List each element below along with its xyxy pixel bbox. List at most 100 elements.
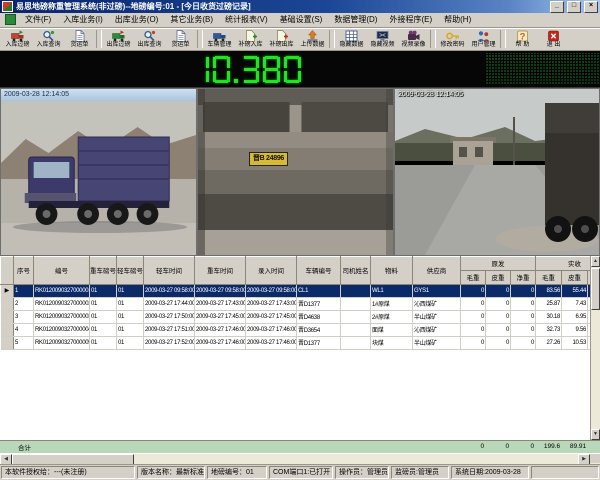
toolbar-button[interactable]: 隐藏数据 [336,30,367,50]
menu-item[interactable]: 统计报表(V) [219,13,274,26]
vertical-scroll-thumb[interactable] [591,268,600,310]
led-digit [213,56,230,83]
column-group-header: 实收 [536,256,590,270]
table-cell: 沁西煤矿 [413,323,461,336]
table-cell: 2009-03-27 17:46:00 [195,336,246,349]
table-cell: 1 [14,284,34,297]
column-group-header: 原发 [461,256,536,270]
minimize-button[interactable]: _ [550,1,564,13]
menu-item[interactable]: 出库业务(O) [109,13,165,26]
table-cell: 0 [486,284,511,297]
menu-item[interactable]: 基础设置(S) [274,13,329,26]
close-button[interactable]: × [584,1,598,13]
toolbar-button[interactable]: 出库过磅 [103,30,134,50]
status-bar: 本软件授权给：---(未注册)版本名称：最新标准版地磅编号：01COM端口1:已… [0,464,600,480]
column-header: 物料 [371,256,413,284]
table-cell [341,297,371,310]
table-row[interactable]: 4RK012009032700000401012009-03-27 17:51:… [1,323,591,336]
toolbar-button[interactable]: 用户管理 [468,30,499,50]
toolbar-button-label: 车辆管理 [207,42,231,49]
table-row[interactable]: 5RK012009032700000501012009-03-27 17:52:… [1,336,591,349]
column-header: 供应商 [413,256,461,284]
table-cell: 0 [511,323,536,336]
camera-view-1: 2009-03-28 12:14:05 [0,88,197,256]
toolbar-button-label: 出库查询 [137,42,161,49]
toolbar-button[interactable]: 隐藏视频 [367,30,398,50]
led-panel [0,51,600,88]
toolbar-separator [430,30,436,48]
camera3-timestamp: 2009-03-28 12:14:05 [398,91,463,98]
table-row[interactable]: 2RK012009032700000201012009-03-27 17:44:… [1,297,591,310]
vehicle-manage-icon [213,30,226,42]
table-cell: 0 [461,336,486,349]
camera2-photo [198,89,393,255]
toolbar-button-label: 货运单 [70,42,88,49]
table-cell: 2009-03-27 17:44:00 [144,297,195,310]
table-cell: 01 [117,284,144,297]
camera-strip: 2009-03-28 12:14:05 [0,88,600,256]
status-segment: 版本名称：最新标准版 [137,466,205,479]
table-cell: 晋D4638 [297,310,341,323]
toolbar-button[interactable]: 上传数据 [297,30,328,50]
table-cell: 5 [14,336,34,349]
table-cell: 0 [486,310,511,323]
toolbar-button[interactable]: 车辆管理 [204,30,235,50]
toolbar-button[interactable]: 补磅出库 [266,30,297,50]
status-segment: 监磅员:管理员 [391,466,449,479]
scroll-down-icon[interactable]: ▼ [591,429,600,440]
toolbar-button[interactable]: 货运单 [165,30,196,50]
menu-item[interactable]: 入库业务(I) [57,13,109,26]
table-cell: 2009-03-27 17:46:00 [195,323,246,336]
camera1-timestamp: 2009-03-28 12:14:05 [1,89,196,101]
toolbar-button-label: 上传数据 [300,42,324,49]
toolbar-button[interactable]: 补磅入库 [235,30,266,50]
table-cell: 沁西煤矿 [413,297,461,310]
column-header: 重车时间 [195,256,246,284]
status-segment: 操作员：管理员 [335,466,389,479]
menu-item[interactable]: 帮助(H) [438,13,477,26]
status-segment: 系统日期:2009-03-28 [451,466,529,479]
table-row[interactable]: 3RK012009032700000301012009-03-27 17:50:… [1,310,591,323]
menu-item[interactable]: 数据管理(D) [328,13,383,26]
maximize-button[interactable]: □ [567,1,581,13]
table-cell [341,323,371,336]
table-cell: 面煤 [371,323,413,336]
record-grid: 序号编号重车磅号轻车磅号轻车时间重车时间录入时间车辆编号司机姓名物料供应商原发实… [0,256,590,441]
toolbar-button[interactable]: ?帮 助 [507,30,538,50]
led-digit [242,56,259,83]
table-cell: 30.18 [536,310,562,323]
table-row[interactable]: ▶1RK012009032700000101012009-03-27 09:58… [1,284,591,297]
toolbar: 入库过磅入库查询货运单出库过磅出库查询货运单车辆管理补磅入库补磅出库上传数据隐藏… [0,28,600,51]
toolbar-button-label: 用户管理 [471,42,495,49]
window-title: 易思地磅称重管理系统(非过磅)--地磅编号:01 - [今日收货过磅记录] [16,0,547,13]
toolbar-separator [500,30,506,48]
menu-item[interactable]: 外接程序(E) [383,13,438,26]
table-cell: 半山煤矿 [413,336,461,349]
table-cell: RK0120090327000002 [34,297,90,310]
application-window: 易思地磅称重管理系统(非过磅)--地磅编号:01 - [今日收货过磅记录] _ … [0,0,600,480]
table-cell: 25.87 [536,297,562,310]
table-cell: 01 [90,297,117,310]
upload-icon [306,30,319,42]
row-indicator [1,336,14,349]
table-cell: 2 [14,297,34,310]
toolbar-button[interactable]: 修改密码 [437,30,468,50]
inbound-search-icon [42,30,55,42]
column-subheader: 皮重 [562,270,588,284]
menu-item[interactable]: 其它业务(B) [164,13,219,26]
vertical-scrollbar[interactable]: ▲ ▼ [590,256,600,441]
toolbar-button[interactable]: 货运单 [64,30,95,50]
menu-item[interactable]: 文件(F) [19,13,57,26]
toolbar-button[interactable]: 视频录像 [398,30,429,50]
scroll-up-icon[interactable]: ▲ [591,256,600,267]
toolbar-button[interactable]: 出库查询 [134,30,165,50]
row-indicator [1,297,14,310]
led-matrix-board [485,53,599,85]
toolbar-button[interactable]: 入库过磅 [2,30,33,50]
table-cell: 半山煤矿 [413,310,461,323]
toolbar-button[interactable]: 入库查询 [33,30,64,50]
toolbar-button[interactable]: 退 出 [538,30,569,50]
table-cell: 块煤 [371,336,413,349]
horizontal-scrollbar[interactable]: ◀ ▶ [0,453,600,464]
toolbar-button-label: 隐藏数据 [339,42,363,49]
